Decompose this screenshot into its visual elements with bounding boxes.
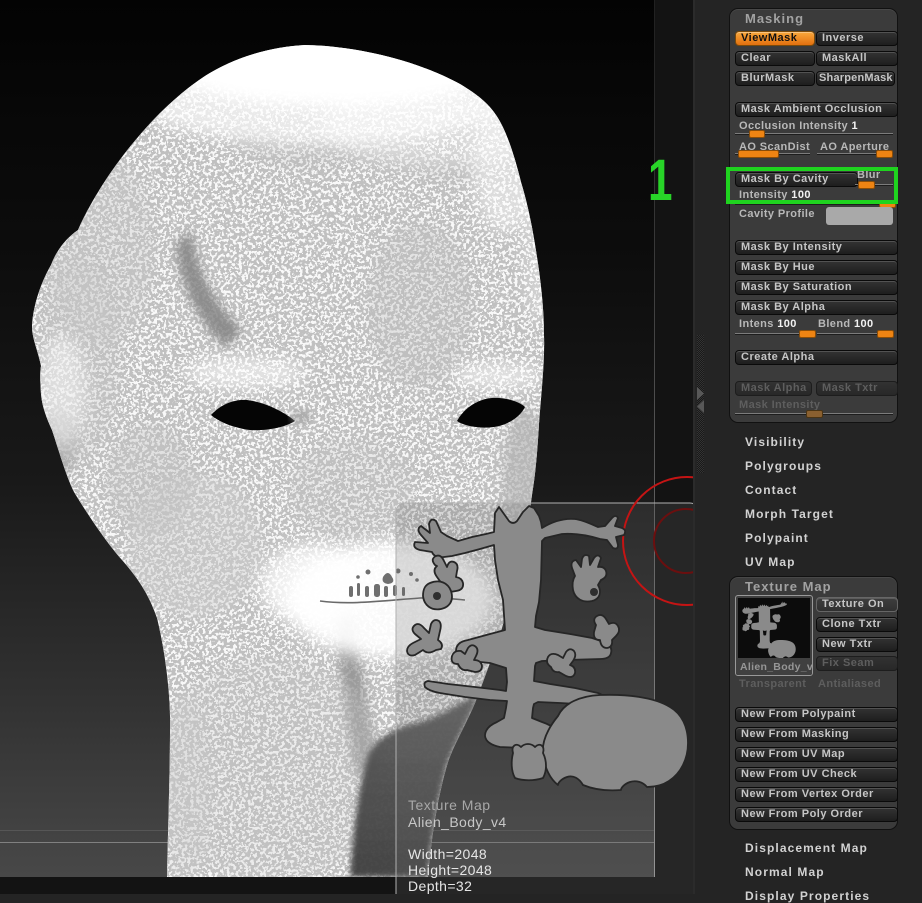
- svg-text:Width=2048: Width=2048: [408, 846, 487, 862]
- svg-text:Alien_Body_v: Alien_Body_v: [740, 661, 812, 673]
- svg-text:Depth=32: Depth=32: [408, 878, 472, 894]
- svg-text:Alien_Body_v4: Alien_Body_v4: [408, 814, 507, 830]
- svg-text:Texture Map: Texture Map: [408, 797, 491, 813]
- svg-text:Height=2048: Height=2048: [408, 862, 492, 878]
